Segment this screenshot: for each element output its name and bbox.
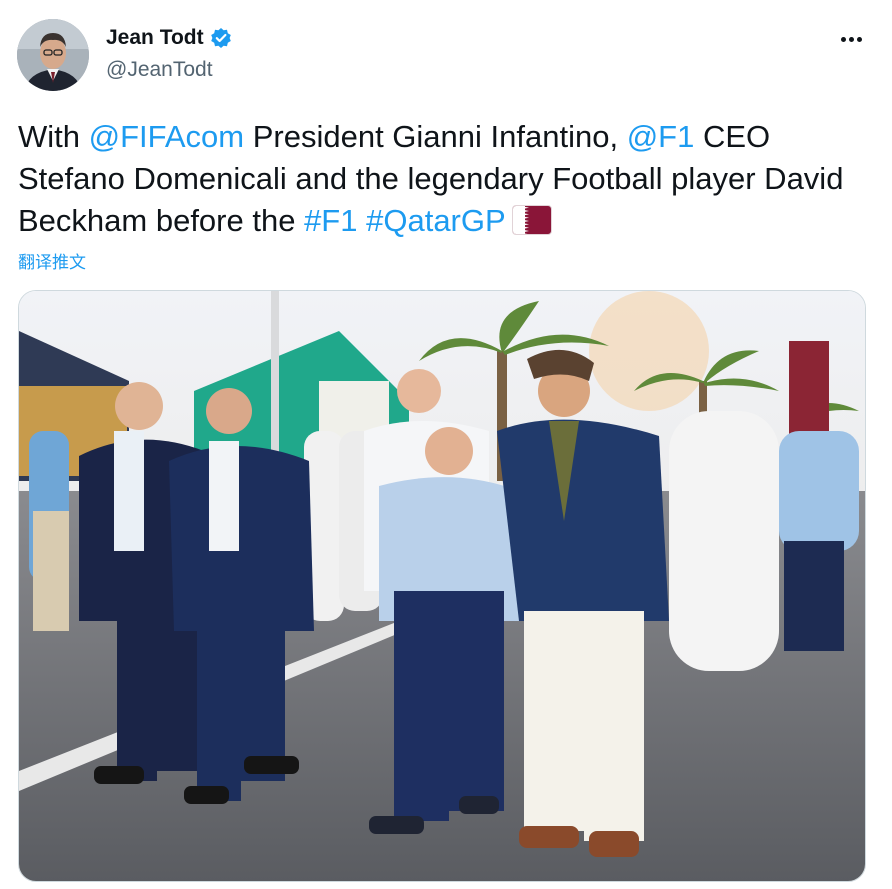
mention-link-f1[interactable]: @F1 (627, 119, 695, 154)
qatar-flag-emoji (511, 205, 552, 235)
tweet-text-segment: With (18, 119, 89, 154)
translate-tweet-link[interactable]: 翻译推文 (18, 248, 86, 273)
tweet-card: Jean Todt @JeanTodt With @FIFAcom Presid… (0, 0, 892, 889)
author-handle[interactable]: @JeanTodt (106, 58, 213, 82)
author-display-name[interactable]: Jean Todt (106, 26, 204, 50)
tweet-text: With @FIFAcom President Gianni Infantino… (18, 116, 878, 242)
verified-badge-icon (210, 27, 232, 49)
hashtag-link-f1[interactable]: #F1 (304, 203, 357, 238)
more-options-icon[interactable] (834, 24, 868, 54)
tweet-text-segment: President Gianni Infantino, (244, 119, 627, 154)
tweet-photo[interactable] (18, 290, 866, 882)
tweet-text-segment (357, 203, 366, 238)
avatar[interactable] (17, 19, 89, 91)
mention-link-fifacom[interactable]: @FIFAcom (89, 119, 244, 154)
hashtag-link-qatargp[interactable]: #QatarGP (366, 203, 506, 238)
author-name-row[interactable]: Jean Todt (106, 26, 232, 50)
